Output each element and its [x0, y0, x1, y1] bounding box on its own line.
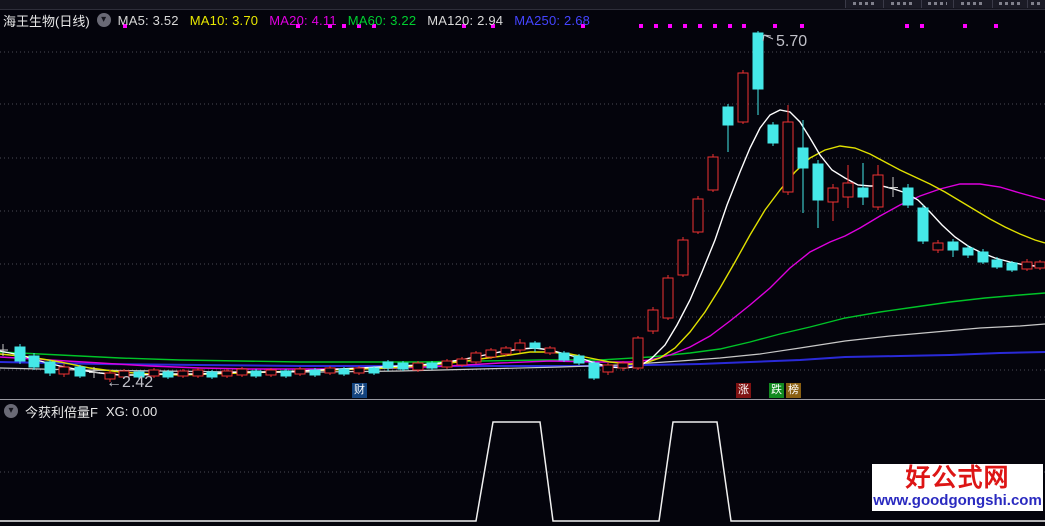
candle [544, 346, 556, 355]
chart-header: 海王生物(日线) MA5: 3.52MA10: 3.70MA20: 4.11MA… [0, 9, 1045, 31]
chevron-down-icon[interactable] [96, 13, 111, 27]
watermark-title: 好公式网 [905, 464, 1010, 492]
event-badge[interactable]: 财 [352, 383, 367, 398]
indicator-header: 今获利倍量F XG: 0.00 [0, 401, 1045, 421]
candle [236, 367, 248, 377]
candle [1006, 261, 1018, 272]
candle [888, 177, 898, 197]
candle [902, 184, 914, 208]
candle [470, 351, 482, 364]
candle [857, 163, 869, 205]
candle [177, 369, 189, 378]
candle [280, 369, 292, 378]
candle [782, 105, 794, 195]
candlestick-chart[interactable]: 5.70 ←2.42 [0, 0, 1045, 526]
ma-legend-item: MA10: 3.70 [189, 12, 259, 28]
candle [752, 31, 764, 115]
price-annotation: 5.70 [776, 33, 807, 50]
event-badge[interactable]: 榜 [786, 383, 801, 398]
candle [647, 307, 659, 334]
candle [382, 360, 394, 371]
candle [737, 70, 749, 124]
candle [962, 245, 974, 258]
price-annotation: ←2.42 [106, 374, 153, 391]
event-badge[interactable]: 跌 [769, 383, 784, 398]
candle [74, 365, 86, 378]
candle [441, 359, 453, 369]
ma-legend: MA5: 3.52 MA10: 3.70 MA20: 4.11 MA60: 3.22 M… [118, 13, 590, 28]
candle [617, 361, 629, 371]
panel-divider[interactable] [0, 399, 1045, 400]
candle [812, 160, 824, 228]
candle [500, 346, 512, 356]
candle [632, 336, 644, 370]
ma-lines-layer [0, 109, 1045, 376]
candle [456, 357, 468, 367]
ma-legend-item: MA60: 3.22 [347, 12, 417, 28]
watermark: 好公式网 www.goodgongshi.com [872, 464, 1043, 511]
candle [192, 368, 204, 378]
candle [842, 165, 854, 208]
candle [14, 344, 26, 364]
ma-legend-item: MA20: 4.11 [269, 12, 337, 28]
candle [932, 240, 944, 253]
candle [514, 339, 526, 353]
candle [573, 354, 585, 365]
candle [767, 122, 779, 146]
candle [412, 361, 424, 372]
candle [947, 239, 959, 257]
candle [28, 353, 40, 370]
chevron-down-icon[interactable] [4, 404, 18, 418]
candle [722, 104, 734, 152]
ma-line-MA10 [0, 145, 1045, 376]
candle [221, 369, 233, 378]
candle [677, 237, 689, 277]
candle [602, 363, 614, 375]
candle [1021, 259, 1033, 271]
candle [397, 361, 409, 371]
ma-line-MA5 [0, 109, 1045, 376]
candle [44, 360, 56, 376]
candle [707, 154, 719, 192]
candle [662, 275, 674, 320]
candle [1034, 260, 1045, 270]
candle [558, 351, 570, 362]
watermark-url: www.goodgongshi.com [873, 492, 1042, 509]
ma-legend-item: MA120: 2.94 [427, 12, 504, 28]
candle [529, 341, 541, 352]
stock-title: 海王生物(日线) [3, 13, 90, 29]
ma-legend-item: MA5: 3.52 [117, 12, 179, 28]
candle [797, 120, 809, 213]
indicator-value: XG: 0.00 [105, 403, 158, 419]
event-badge[interactable]: 涨 [736, 383, 751, 398]
candle [485, 348, 497, 359]
candle [588, 361, 600, 380]
candle [917, 205, 929, 244]
candle [827, 184, 839, 221]
indicator-name: 今获利倍量F [25, 404, 98, 420]
ma-legend-item: MA250: 2.68 [514, 12, 591, 28]
ma-line-MA60 [0, 292, 1045, 363]
candles-layer [0, 31, 1045, 382]
candle [692, 196, 704, 234]
ma-line-MA20 [0, 183, 1045, 370]
candle [872, 165, 884, 210]
candle [324, 366, 336, 375]
